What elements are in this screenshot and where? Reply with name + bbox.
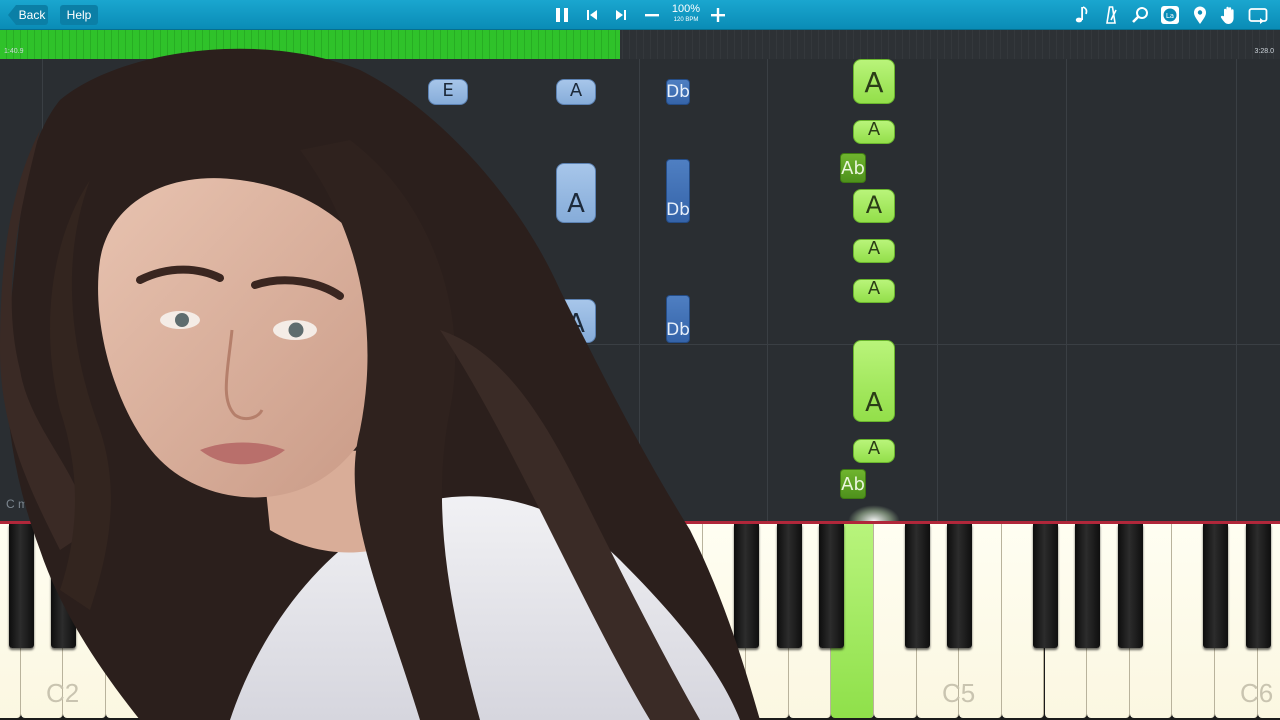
black-key[interactable] xyxy=(1075,524,1101,648)
location-pin-icon[interactable] xyxy=(1188,3,1212,27)
falling-note: A xyxy=(853,59,895,104)
falling-note: A xyxy=(853,279,895,303)
metronome-icon[interactable] xyxy=(1099,3,1123,27)
back-button[interactable]: Back xyxy=(8,5,48,25)
falling-note: Ab xyxy=(840,469,866,499)
tempo-bpm: 120 BPM xyxy=(673,17,699,23)
note-label: A xyxy=(867,278,881,299)
artist-photo-overlay xyxy=(0,48,760,720)
falling-note: A xyxy=(853,340,895,422)
plus-icon[interactable] xyxy=(706,3,730,27)
black-key[interactable] xyxy=(1117,524,1143,648)
falling-note: A xyxy=(853,239,895,263)
falling-note: A xyxy=(853,439,895,463)
note-label: A xyxy=(867,438,881,459)
hand-icon[interactable] xyxy=(1217,3,1241,27)
toolbar: Back Help 100% 120 BPM La xyxy=(0,0,1280,30)
note-labels-icon[interactable]: La xyxy=(1158,3,1182,27)
skip-back-icon[interactable] xyxy=(580,3,604,27)
skip-forward-icon[interactable] xyxy=(609,3,633,27)
black-key[interactable] xyxy=(819,524,845,648)
octave-label-c6: C6 xyxy=(1240,678,1274,708)
black-key[interactable] xyxy=(1032,524,1058,648)
octave-label-c5: C5 xyxy=(942,678,976,708)
speed-display: 100% 120 BPM xyxy=(666,2,706,24)
help-button[interactable]: Help xyxy=(60,5,98,25)
magnifier-icon[interactable] xyxy=(1129,3,1153,27)
pause-icon[interactable] xyxy=(550,3,574,27)
music-note-icon[interactable] xyxy=(1070,3,1094,27)
speed-percent: 100% xyxy=(671,3,701,15)
black-key[interactable] xyxy=(1203,524,1229,648)
note-label: A xyxy=(865,191,883,219)
black-key[interactable] xyxy=(904,524,930,648)
loop-icon[interactable] xyxy=(1246,3,1270,27)
note-label: Ab xyxy=(841,474,865,495)
note-label: A xyxy=(867,238,881,259)
note-label: A xyxy=(864,66,884,99)
falling-note: A xyxy=(853,120,895,144)
note-label: A xyxy=(867,119,881,140)
black-key[interactable] xyxy=(776,524,802,648)
note-label: A xyxy=(865,388,883,418)
note-label: Ab xyxy=(841,158,865,179)
falling-note: Ab xyxy=(840,153,866,183)
falling-note: A xyxy=(853,189,895,223)
black-key[interactable] xyxy=(1245,524,1271,648)
black-key[interactable] xyxy=(947,524,973,648)
minus-icon[interactable] xyxy=(640,3,664,27)
svg-text:La: La xyxy=(1166,12,1174,20)
total-time: 3:28.0 xyxy=(1254,48,1274,55)
